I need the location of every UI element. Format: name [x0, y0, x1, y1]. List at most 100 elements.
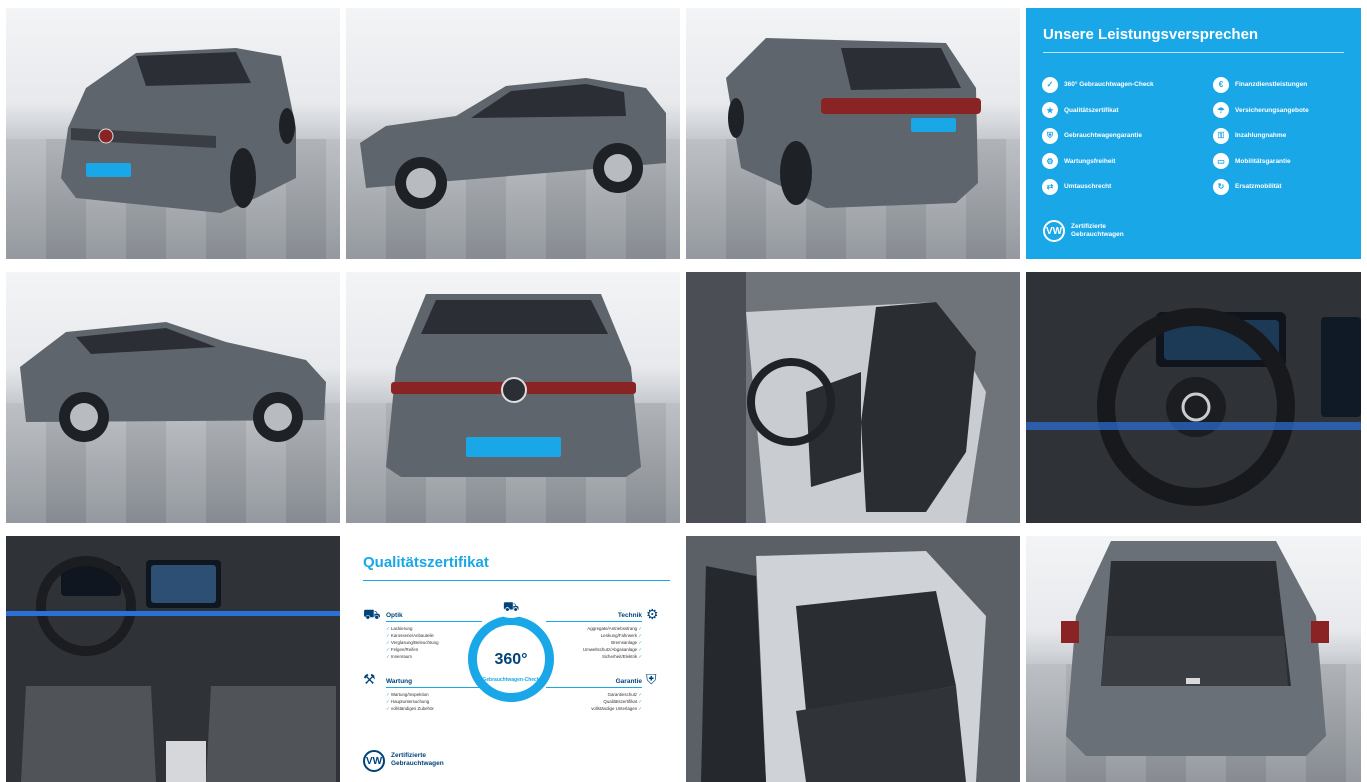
- list-item: ⚿ Inzahlungnahme: [1213, 123, 1361, 149]
- list-item: Qualitätszertifikat: [546, 698, 642, 705]
- promise-item-label: Finanzdienstleistungen: [1235, 81, 1308, 89]
- list-item: ▭ Mobilitätsgarantie: [1213, 149, 1361, 175]
- car-side-left-image: [360, 78, 666, 209]
- gallery-promise-panel[interactable]: Unsere Leistungsversprechen ✓ 360° Gebrau…: [1026, 8, 1361, 259]
- shield-check-icon: ⛨: [646, 671, 657, 687]
- promise-item-label: Umtauschrecht: [1064, 183, 1112, 191]
- gallery-photo-steering-wheel[interactable]: [1026, 272, 1361, 523]
- engine-icon: ⚙: [646, 606, 659, 622]
- garantie-section: Garantie Garantieschutz Qualitätszertifi…: [546, 678, 642, 712]
- car-side-right-image: [20, 322, 326, 442]
- section-divider: [546, 687, 642, 688]
- vw-logo-icon: VW: [363, 750, 385, 772]
- brand-line-2: Gebrauchtwagen: [391, 760, 444, 767]
- interior-rear-seats-image: [686, 536, 1020, 782]
- list-item: ↻ Ersatzmobilität: [1213, 174, 1361, 200]
- list-item: ☂ Versicherungsangebote: [1213, 98, 1361, 124]
- list-item: Lackierung: [386, 625, 482, 632]
- list-item: Verglasung/Beleuchtung: [386, 639, 482, 646]
- wrench-icon: ⚙: [1042, 153, 1058, 170]
- brand-line-1: Zertifizierte: [1071, 223, 1107, 230]
- brand-caption: Zertifizierte Gebrauchtwagen: [1071, 223, 1151, 239]
- list-item: ⚙ Wartungsfreiheit: [1042, 149, 1192, 175]
- promise-list-right: € Finanzdienstleistungen ☂ Versicherungsan…: [1213, 72, 1361, 200]
- insurance-icon: ☂: [1213, 102, 1229, 119]
- promise-item-label: Wartungsfreiheit: [1064, 157, 1116, 165]
- interior-front-seats-image: [686, 272, 1020, 523]
- promise-item-label: Qualitätszertifikat: [1064, 106, 1119, 114]
- gallery-photo-side-right[interactable]: [6, 272, 340, 523]
- car-rear-left-image: [726, 38, 981, 208]
- gallery-photo-front-seats[interactable]: [686, 272, 1020, 523]
- section-heading: Optik: [386, 612, 403, 619]
- promise-item-label: Inzahlungnahme: [1235, 132, 1287, 140]
- list-item: Hauptuntersuchung: [386, 698, 482, 705]
- promise-item-label: Versicherungsangebote: [1235, 106, 1309, 114]
- gallery-photo-rear-left[interactable]: [686, 8, 1020, 259]
- section-heading: Wartung: [386, 678, 413, 685]
- list-item: Aggregate/Antriebsstrang: [546, 625, 642, 632]
- brand-line-1: Zertifizierte: [391, 752, 427, 759]
- interior-steering-wheel-image: [1026, 272, 1361, 523]
- list-item: Garantieschutz: [546, 691, 642, 698]
- section-heading: Garantie: [615, 678, 642, 685]
- award-icon: ★: [1042, 102, 1058, 119]
- badge-label: Gebrauchtwagen-Check: [482, 677, 540, 683]
- divider: [1043, 52, 1344, 53]
- exchange-icon: ⇄: [1042, 178, 1058, 195]
- interior-dashboard-image: [6, 536, 340, 782]
- gallery-photo-rear-seats[interactable]: [686, 536, 1020, 782]
- technik-section: Technik Aggregate/Antriebsstrang Lenkung…: [546, 612, 642, 660]
- list-item: Wartung/Inspektion: [386, 691, 482, 698]
- gallery-photo-trunk[interactable]: [1026, 536, 1361, 782]
- brand-caption: Zertifizierte Gebrauchtwagen: [391, 752, 444, 768]
- promise-item-label: Ersatzmobilität: [1235, 183, 1282, 191]
- key-icon: ⚿: [1213, 127, 1229, 144]
- brand-line-2: Gebrauchtwagen: [1071, 231, 1124, 238]
- gallery-photo-dashboard[interactable]: [6, 536, 340, 782]
- car-icon: ▭: [1213, 153, 1229, 170]
- list-item: Sicherheit/Elektrik: [546, 653, 642, 660]
- list-item: Umweltschutz/Abgasanlage: [546, 646, 642, 653]
- shield-icon: ⛨: [1042, 127, 1058, 144]
- list-item: vollständiges Zubehör: [386, 705, 482, 712]
- gallery-photo-front-left[interactable]: [6, 8, 340, 259]
- section-divider: [386, 621, 482, 622]
- car-front-left-image: [61, 48, 296, 213]
- section-divider: [546, 621, 642, 622]
- check-icon: ✓: [1042, 76, 1058, 93]
- section-heading: Technik: [617, 612, 642, 619]
- list-item: ⇄ Umtauschrecht: [1042, 174, 1192, 200]
- replacement-car-icon: ↻: [1213, 178, 1229, 195]
- certificate-title: Qualitätszertifikat: [363, 554, 489, 571]
- list-item: ✓ 360° Gebrauchtwagen-Check: [1042, 72, 1192, 98]
- list-item: vollständige Unterlagen: [546, 705, 642, 712]
- photo-gallery: Unsere Leistungsversprechen ✓ 360° Gebrau…: [6, 8, 1361, 782]
- car-trunk-image: [1061, 541, 1329, 756]
- vw-logo-icon: VW: [1043, 220, 1065, 242]
- list-item: € Finanzdienstleistungen: [1213, 72, 1361, 98]
- list-item: ★ Qualitätszertifikat: [1042, 98, 1192, 124]
- wartung-section: Wartung Wartung/Inspektion Hauptuntersuc…: [386, 678, 482, 712]
- promise-title: Unsere Leistungsversprechen: [1043, 26, 1259, 43]
- list-item: Bremsanlage: [546, 639, 642, 646]
- badge-number: 360°: [494, 651, 528, 668]
- service-icon: ⚒: [363, 671, 376, 687]
- promise-list-left: ✓ 360° Gebrauchtwagen-Check ★ Qualitätszer…: [1042, 72, 1192, 200]
- paint-icon: ⛟: [363, 606, 381, 622]
- gallery-photo-front[interactable]: [346, 272, 680, 523]
- list-item: ⛨ Gebrauchtwagengarantie: [1042, 123, 1192, 149]
- car-front-image: [386, 294, 641, 477]
- gallery-photo-side-left[interactable]: [346, 8, 680, 259]
- promise-item-label: Mobilitätsgarantie: [1235, 157, 1291, 165]
- list-item: Karosserie/Anbauteile: [386, 632, 482, 639]
- divider: [363, 580, 670, 581]
- finance-icon: €: [1213, 76, 1229, 93]
- check-360-badge: 360° Gebrauchtwagen-Check: [468, 616, 554, 702]
- promise-item-label: 360° Gebrauchtwagen-Check: [1064, 81, 1154, 89]
- promise-item-label: Gebrauchtwagengarantie: [1064, 132, 1143, 140]
- list-item: Lenkung/Fahrwerk: [546, 632, 642, 639]
- section-divider: [386, 687, 482, 688]
- car-icon: ⛟: [496, 598, 526, 618]
- gallery-certificate-panel[interactable]: Qualitätszertifikat ⛟ Optik Lackierung K…: [346, 536, 680, 782]
